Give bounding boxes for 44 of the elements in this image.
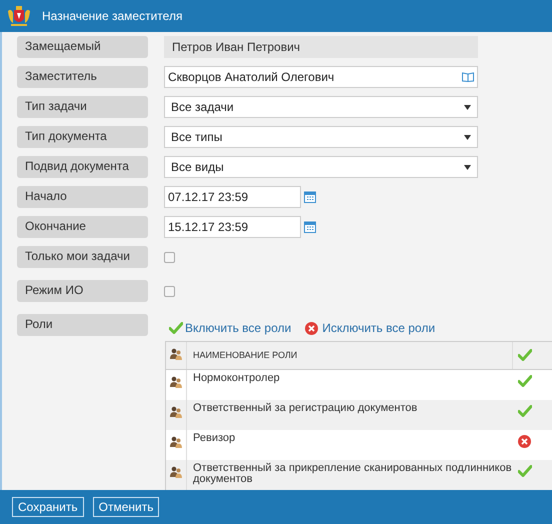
- people-icon: [170, 466, 182, 478]
- coat-of-arms-icon: [6, 5, 32, 27]
- role-name: Нормоконтролер: [192, 371, 281, 386]
- select-field[interactable]: Все виды: [164, 156, 478, 178]
- footer-button[interactable]: Сохранить: [12, 497, 84, 517]
- column-header: НАИМЕНОВАНИЕ РОЛИ: [192, 349, 298, 362]
- role-name: Ответственный за прикрепление сканированных подлинников документов: [192, 461, 512, 487]
- field-label: Окончание: [17, 216, 148, 238]
- field-label: Начало: [17, 186, 148, 208]
- role-name: Ревизор: [192, 431, 236, 446]
- book-icon[interactable]: [462, 72, 474, 82]
- calendar-icon[interactable]: [304, 191, 316, 203]
- lookup-field[interactable]: Скворцов Анатолий Олегович: [164, 66, 478, 88]
- readonly-field: Петров Иван Петрович: [164, 36, 478, 58]
- check-icon: [518, 349, 532, 361]
- checkbox[interactable]: [164, 286, 175, 297]
- field-label: Тип документа: [17, 126, 148, 148]
- caret-icon: [464, 104, 471, 110]
- people-icon: [170, 376, 182, 388]
- field-label: Только мои задачи: [17, 246, 148, 268]
- checkbox[interactable]: [164, 252, 175, 263]
- role-name: Ответственный за регистрацию документов: [192, 401, 418, 416]
- date-field[interactable]: 15.12.17 23:59: [164, 216, 301, 238]
- people-icon: [170, 406, 182, 418]
- date-field[interactable]: 07.12.17 23:59: [164, 186, 301, 208]
- footer-button[interactable]: Отменить: [92, 497, 160, 517]
- exclude-all-link[interactable]: Исключить все роли: [305, 319, 436, 337]
- field-label: Подвид документа: [17, 156, 148, 178]
- select-field[interactable]: Все задачи: [164, 96, 478, 118]
- window-title: Назначение заместителя: [42, 8, 182, 25]
- caret-icon: [464, 134, 471, 140]
- caret-icon: [464, 164, 471, 170]
- field-label: Режим ИО: [17, 280, 148, 302]
- calendar-icon[interactable]: [304, 221, 316, 233]
- include-all-link[interactable]: Включить все роли: [169, 319, 292, 337]
- people-icon: [170, 348, 182, 360]
- field-label: Заместитель: [17, 66, 148, 88]
- select-field[interactable]: Все типы: [164, 126, 478, 148]
- field-label: Роли: [17, 314, 148, 336]
- field-label: Тип задачи: [17, 96, 148, 118]
- close-circle-icon: [305, 322, 318, 334]
- check-icon: [169, 322, 183, 334]
- people-icon: [170, 436, 182, 448]
- field-label: Замещаемый: [17, 36, 148, 58]
